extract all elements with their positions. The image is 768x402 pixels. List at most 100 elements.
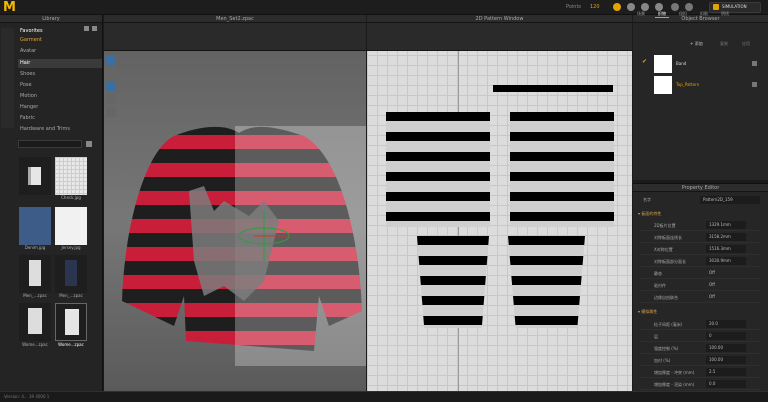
property-row: X对称位置 1516.3mm xyxy=(640,244,760,255)
toggle-icon[interactable] xyxy=(613,3,621,11)
toggle-value[interactable]: Off xyxy=(706,293,746,301)
property-label: 对称板面部分面长 xyxy=(654,259,686,264)
property-label: 加衬 (%) xyxy=(654,358,671,363)
library-item-label: Denim.jpg xyxy=(24,245,46,250)
library-title: Library xyxy=(0,15,102,23)
add-button[interactable]: + 添加 xyxy=(690,41,703,47)
library-item-thumb[interactable] xyxy=(19,303,51,341)
property-value[interactable]: 0 xyxy=(706,332,746,340)
library-nav-hardware[interactable]: Hardware and Trims xyxy=(18,125,102,134)
property-value[interactable]: 2.5 xyxy=(706,368,746,376)
section-simulation-properties[interactable]: ▾ 模拟属性 xyxy=(638,309,657,315)
name-label: 名字 xyxy=(643,197,651,202)
property-label: 边缘自由联合 xyxy=(654,295,678,300)
library-item-thumb[interactable] xyxy=(55,303,87,341)
property-row: 2D板片位置 1329.1mm xyxy=(640,220,760,231)
fabric-swatch[interactable] xyxy=(654,76,672,94)
library-item-thumb[interactable] xyxy=(55,157,87,195)
property-label: 层 xyxy=(654,334,658,339)
library-item-label: Men_...zpac xyxy=(23,293,47,298)
property-value[interactable]: 100.00 xyxy=(706,344,746,352)
property-value[interactable]: 100.00 xyxy=(706,356,746,364)
library-nav-avatar[interactable]: Avatar xyxy=(18,47,102,56)
sweater-3d-model[interactable] xyxy=(104,51,366,391)
app-logo[interactable]: M xyxy=(3,1,18,14)
property-label: 粘衬件 xyxy=(654,283,666,288)
property-value[interactable]: 1516.3mm xyxy=(706,245,746,253)
library-nav-hair[interactable]: Hair xyxy=(18,59,102,68)
property-row: 增加厚度 - 冲突 (mm) 2.5 xyxy=(640,367,760,378)
property-row: 对称板面连线长 3158.2mm xyxy=(640,232,760,243)
section-pattern-properties[interactable]: ▾ 板面的特性 xyxy=(638,211,661,217)
toggle-value[interactable]: Off xyxy=(706,269,746,277)
property-row: 静态 Off xyxy=(640,268,760,279)
fabric-name[interactable]: Top_Pattern xyxy=(676,82,699,87)
property-row: 对称板面部分面长 3030.9mm xyxy=(640,256,760,267)
library-nav-fabric[interactable]: Fabric xyxy=(18,114,102,123)
points-value: 120 xyxy=(590,4,600,10)
library-nav-motion[interactable]: Motion xyxy=(18,92,102,101)
3d-toolbar[interactable] xyxy=(104,23,366,51)
pattern-window-title: 2D Pattern Window xyxy=(367,15,632,23)
property-value[interactable]: 3030.9mm xyxy=(706,257,746,265)
library-side-tabs[interactable] xyxy=(1,28,14,128)
property-row: 层0 xyxy=(640,331,760,342)
property-row: 粘衬件 Off xyxy=(640,280,760,291)
pattern-piece-back[interactable] xyxy=(510,112,614,227)
fabric-swatch[interactable] xyxy=(654,55,672,73)
pattern-piece-band[interactable] xyxy=(493,85,613,92)
points-label: Points xyxy=(566,4,582,10)
library-item-label: Jersey.jpg xyxy=(61,245,81,250)
library-item-thumb[interactable] xyxy=(55,207,87,245)
copy-button[interactable]: 复制 xyxy=(720,41,728,47)
property-value[interactable]: 20.0 xyxy=(706,320,746,328)
apply-button[interactable]: 应用 xyxy=(742,41,750,47)
2d-toolbar[interactable] xyxy=(367,23,632,51)
library-nav-garment[interactable]: Garment xyxy=(18,36,102,45)
property-value[interactable]: 0.0 xyxy=(706,380,746,388)
tab-scene[interactable]: 场景 xyxy=(634,10,648,18)
viewport-title: Men_Set2.zpac xyxy=(104,15,366,23)
status-text: Version: 4... 39 4000 1 xyxy=(4,394,50,399)
library-item-thumb[interactable] xyxy=(19,207,51,245)
fabric-name[interactable]: Band xyxy=(676,61,686,66)
library-nav-hanger[interactable]: Hanger xyxy=(18,103,102,112)
simulation-label: SIMULATION xyxy=(722,4,747,9)
property-label: 粒子间距 (毫米) xyxy=(654,322,683,327)
tab-buttonholes[interactable]: 扣眼 xyxy=(697,10,711,18)
property-value[interactable]: 3158.2mm xyxy=(706,233,746,241)
library-item-label: Check.jpg xyxy=(61,195,81,200)
toggle-value[interactable]: Off xyxy=(706,281,746,289)
pattern-piece-sleeve-right[interactable] xyxy=(508,236,585,328)
library-item-label: Men_...zpac xyxy=(59,293,83,298)
tab-topstitch[interactable]: 明线 xyxy=(718,10,732,18)
library-nav-shoes[interactable]: Shoes xyxy=(18,70,102,79)
property-row: 边缘自由联合 Off xyxy=(640,292,760,303)
library-item-thumb[interactable] xyxy=(19,157,51,195)
library-item-label: Wome...zpac xyxy=(22,342,48,347)
tab-buttons[interactable]: 纽扣 xyxy=(676,10,690,18)
property-label: X对称位置 xyxy=(654,247,673,252)
tab-fabric[interactable]: 织物 xyxy=(655,10,669,18)
library-item-thumb[interactable] xyxy=(19,255,51,293)
library-nav-pose[interactable]: Pose xyxy=(18,81,102,90)
library-nav-favorites[interactable]: Favorites xyxy=(18,27,102,36)
pattern-piece-sleeve-left[interactable] xyxy=(417,236,489,328)
list-view-icon[interactable] xyxy=(86,141,92,147)
check-icon: ✔ xyxy=(642,58,648,65)
fabric-menu-icon[interactable] xyxy=(752,82,757,87)
property-label: 增加厚度 - 渲染 (mm) xyxy=(654,382,695,387)
name-field[interactable]: Pattern2D_159 xyxy=(700,196,760,204)
property-value[interactable]: 1329.1mm xyxy=(706,221,746,229)
property-label: 静态 xyxy=(654,271,662,276)
property-row: 加衬 (%) 100.00 xyxy=(640,355,760,366)
property-label: 2D板片位置 xyxy=(654,223,676,228)
library-item-thumb[interactable] xyxy=(55,255,87,293)
property-row: 粒子间距 (毫米) 20.0 xyxy=(640,319,760,330)
property-label: 增加厚度 - 冲突 (mm) xyxy=(654,370,695,375)
fabric-menu-icon[interactable] xyxy=(752,61,757,66)
property-label: 强度控制 (%) xyxy=(654,346,679,351)
library-search-input[interactable] xyxy=(18,140,82,148)
pattern-piece-front[interactable] xyxy=(386,112,490,227)
property-row: 增加厚度 - 渲染 (mm) 0.0 xyxy=(640,379,760,390)
